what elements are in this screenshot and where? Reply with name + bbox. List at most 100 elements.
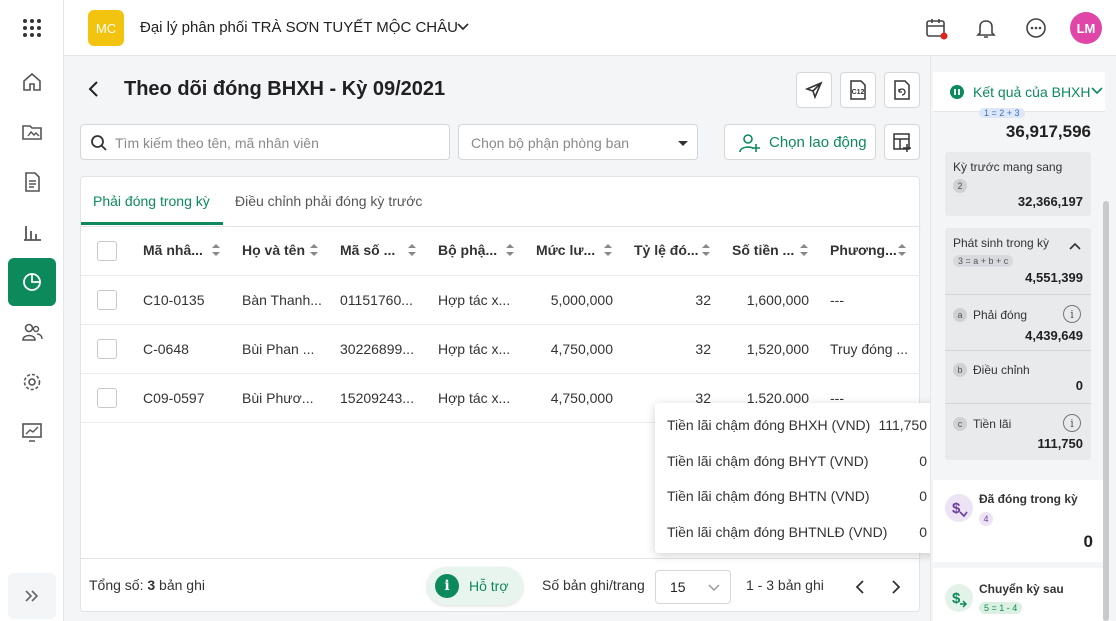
total-value: 36,917,596 [1005,122,1091,141]
company-name[interactable]: Đại lý phân phối TRÀ SƠN TUYẾT MỘC CHÂU [140,19,458,36]
table-add-icon [893,133,911,152]
search-input[interactable]: Tìm kiếm theo tên, mã nhân viên [80,124,450,160]
send-icon [805,81,823,99]
sort-icon[interactable] [897,242,907,258]
header-full-name[interactable]: Họ và tên [242,242,312,258]
interest-breakdown-popup: Tiền lãi chậm đóng BHXH (VND) 111,750 Tiề… [655,403,939,553]
search-placeholder: Tìm kiếm theo tên, mã nhân viên [115,135,319,151]
chevron-down-icon[interactable] [456,20,470,34]
folder-icon[interactable] [8,108,56,156]
info-icon[interactable]: i [1063,305,1081,323]
table-row[interactable]: C10-0135 Bàn Thanh... 01151760... Hợp tá… [81,276,921,325]
cell-insurance-number: 01151760... [340,292,413,308]
cell-amount: 1,600,000 [746,292,809,308]
search-icon [91,135,107,151]
support-label: Hỗ trợ [469,578,509,594]
department-placeholder: Chọn bộ phận phòng ban [471,135,630,151]
carry-icon-wrap: $ [945,584,973,612]
header-salary[interactable]: Mức lư... [536,242,600,258]
sort-icon[interactable] [309,242,319,258]
previous-period-value: 32,366,197 [1017,194,1083,209]
sort-icon[interactable] [211,242,221,258]
carry-formula: 5 = 1 - 4 [979,602,1023,614]
refresh-doc-button[interactable] [884,72,920,108]
calendar-icon[interactable] [922,14,950,42]
sort-icon[interactable] [603,242,613,258]
header-employee-code[interactable]: Mã nhâ... [143,242,211,258]
popup-row-value: 111,750 [878,417,927,433]
svg-text:$: $ [952,590,961,607]
per-page-select[interactable]: 15 [655,570,731,604]
support-button[interactable]: i Hỗ trợ [427,567,523,605]
sort-icon[interactable] [505,242,515,258]
table-footer: Tổng số: 3 bản ghi i Hỗ trợ Số bản ghi/t… [81,558,921,612]
popup-row: Tiền lãi chậm đóng BHXH (VND) 111,750 [667,417,927,433]
cell-employee-code: C09-0597 [143,390,205,406]
avatar[interactable]: LM [1070,12,1102,44]
choose-employee-label: Chọn lao động [769,134,867,151]
bar-chart-icon[interactable] [8,208,56,256]
previous-period-box: Kỳ trước mang sang 2 32,366,197 [945,152,1091,216]
settings-icon[interactable] [8,358,56,406]
paid-value: 0 [1083,532,1093,551]
header-amount[interactable]: Số tiền ... [732,242,798,258]
paid-label: Đã đóng trong kỳ [979,492,1078,506]
letter-b-badge: b [953,363,967,377]
row-checkbox[interactable] [97,290,117,310]
row-checkbox[interactable] [97,388,117,408]
sort-icon[interactable] [701,242,711,258]
popup-row-label: Tiền lãi chậm đóng BHYT (VND) [667,453,869,469]
popup-row: Tiền lãi chậm đóng BHTNLĐ (VND) 0 [667,524,927,540]
column-settings-button[interactable] [884,124,920,160]
people-icon[interactable] [8,308,56,356]
next-page-icon[interactable] [891,579,901,595]
total-suffix: bản ghi [155,577,205,593]
cell-employee-code: C10-0135 [143,292,205,308]
back-arrow-icon[interactable] [86,80,102,98]
c12-button[interactable]: C12 [840,72,876,108]
active-tab-indicator [81,222,223,225]
info-icon[interactable]: i [1063,414,1081,432]
table-row[interactable]: C-0648 Bùi Phan ... 30226899... Hợp tác … [81,325,921,374]
header-insurance-number[interactable]: Mã số ... [340,242,404,258]
svg-text:$: $ [952,500,961,517]
document-icon[interactable] [8,158,56,206]
dollar-forward-icon: $ [952,590,968,608]
pause-circle-icon [950,85,964,99]
dollar-down-icon: $ [952,500,968,518]
home-icon[interactable] [8,58,56,106]
more-icon[interactable] [1022,14,1050,42]
prev-page-icon[interactable] [855,579,865,595]
cell-salary: 5,000,000 [550,292,613,308]
sort-icon[interactable] [799,242,809,258]
pie-chart-icon[interactable] [8,258,56,306]
total-records: Tổng số: 3 bản ghi [89,577,205,593]
header-rate[interactable]: Tỷ lệ đó... [634,242,700,258]
header-department[interactable]: Bộ phậ... [438,242,502,258]
header-method[interactable]: Phương... [830,242,896,258]
result-header: Kết quả của BHXH [973,84,1091,100]
chevron-up-icon[interactable] [1069,242,1081,250]
popup-row-label: Tiền lãi chậm đóng BHXH (VND) [667,417,871,433]
panel-scrollbar[interactable] [1103,201,1109,621]
chevron-down-icon [708,584,720,592]
arising-formula: 3 = a + b + c [953,255,1014,267]
choose-employee-button[interactable]: Chọn lao động [724,124,876,160]
apps-grid-icon[interactable] [8,4,56,52]
send-button[interactable] [796,72,832,108]
department-select[interactable]: Chọn bộ phận phòng ban [458,124,698,160]
add-user-icon [739,134,760,153]
monitor-chart-icon[interactable] [8,408,56,456]
select-all-checkbox[interactable] [97,241,117,261]
adjustment-label: Điều chỉnh [973,363,1030,377]
tab-payable[interactable]: Phải đóng trong kỳ [93,193,210,209]
tab-adjustment[interactable]: Điều chỉnh phải đóng kỳ trước [235,193,422,209]
company-logo[interactable]: MC [88,10,124,46]
expand-rail-button[interactable] [8,573,56,619]
bell-icon[interactable] [972,14,1000,42]
table-header: Mã nhâ... Họ và tên Mã số ... Bộ phậ... … [81,227,921,276]
row-checkbox[interactable] [97,339,117,359]
sort-icon[interactable] [407,242,417,258]
result-dropdown[interactable]: Kết quả của BHXH [933,72,1105,112]
popup-row-value: 0 [919,488,927,504]
